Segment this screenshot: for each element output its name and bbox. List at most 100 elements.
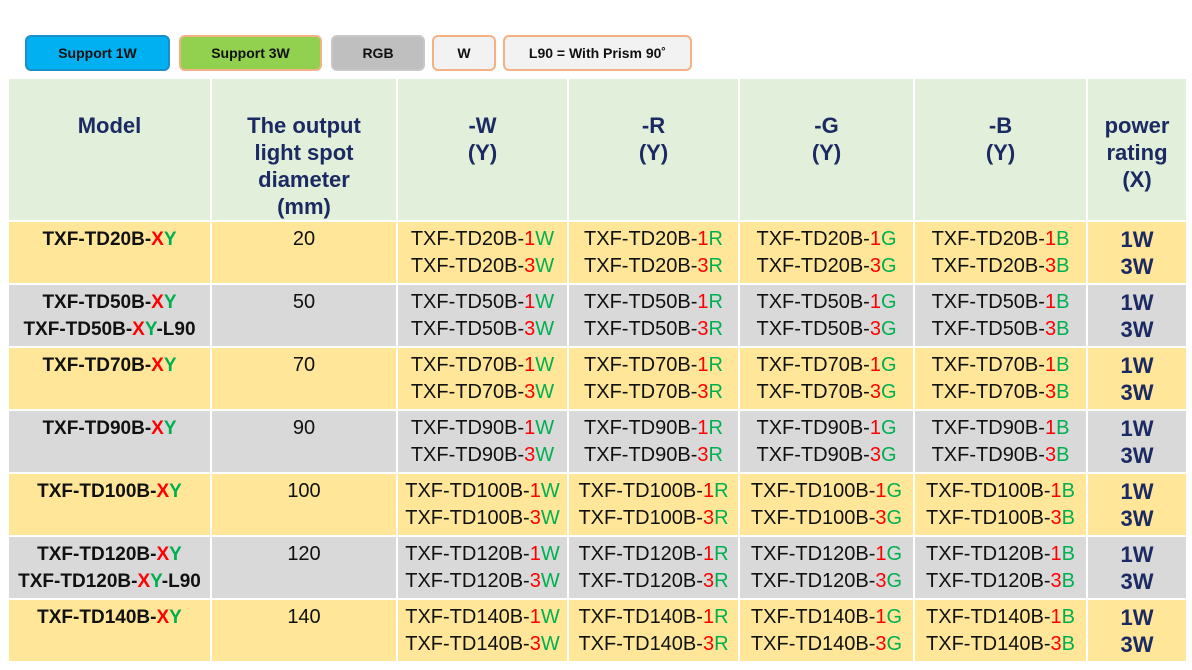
b-variant-cell: TXF-TD20B-1B TXF-TD20B-3B bbox=[913, 220, 1088, 285]
variant-power-digit: 1 bbox=[529, 480, 541, 502]
variant-power-digit: 3 bbox=[1050, 507, 1062, 529]
w-variant-cell: TXF-TD140B-1W TXF-TD140B-3W bbox=[396, 598, 569, 663]
power-value: 1W bbox=[1120, 353, 1154, 378]
variant-prefix: TXF-TD100B- bbox=[750, 480, 876, 502]
legend-label: RGB bbox=[362, 45, 394, 61]
variant-prefix: TXF-TD90B- bbox=[410, 417, 525, 439]
variant-power-digit: 1 bbox=[524, 417, 536, 439]
variant-prefix: TXF-TD50B- bbox=[756, 291, 870, 313]
model-prefix: TXF-TD20B- bbox=[42, 229, 152, 250]
variant-prefix: TXF-TD20B- bbox=[931, 228, 1045, 250]
variant-prefix: TXF-TD90B- bbox=[584, 444, 698, 466]
variant-power-digit: 3 bbox=[529, 570, 541, 592]
b-variant-cell: TXF-TD90B-1B TXF-TD90B-3B bbox=[913, 409, 1088, 474]
variant-code: TXF-TD120B-3R bbox=[569, 568, 738, 595]
variant-code: TXF-TD70B-1G bbox=[740, 352, 913, 379]
variant-code: TXF-TD140B-3G bbox=[740, 631, 913, 658]
model-name: TXF-TD20B-XY bbox=[9, 226, 210, 253]
variant-code: TXF-TD140B-3B bbox=[915, 631, 1086, 658]
variant-power-digit: 1 bbox=[529, 543, 541, 565]
variant-color-code: W bbox=[535, 228, 555, 250]
variant-power-digit: 3 bbox=[524, 255, 536, 277]
variant-prefix: TXF-TD50B- bbox=[931, 318, 1045, 340]
power-rating-cell: 1W 3W bbox=[1086, 472, 1188, 537]
variant-prefix: TXF-TD140B- bbox=[405, 606, 530, 628]
power-value: 1W bbox=[1120, 227, 1154, 252]
header-text-line: rating bbox=[1106, 140, 1168, 165]
variant-color-code: B bbox=[1061, 507, 1075, 529]
model-x-placeholder: X bbox=[137, 571, 151, 592]
variant-code: TXF-TD50B-3B bbox=[915, 316, 1086, 343]
model-y-placeholder: Y bbox=[150, 571, 162, 592]
model-x-placeholder: X bbox=[151, 229, 164, 250]
variant-power-digit: 3 bbox=[697, 318, 709, 340]
variant-prefix: TXF-TD140B- bbox=[578, 633, 703, 655]
variant-prefix: TXF-TD70B- bbox=[756, 354, 870, 376]
model-y-placeholder: Y bbox=[144, 319, 157, 340]
variant-color-code: B bbox=[1061, 606, 1075, 628]
variant-color-code: W bbox=[540, 507, 560, 529]
header-text-line: (Y) bbox=[467, 140, 498, 165]
variant-color-code: G bbox=[880, 444, 897, 466]
legend-label: L90 = With Prism 90˚ bbox=[528, 45, 667, 61]
variant-power-digit: 1 bbox=[697, 291, 709, 313]
variant-power-digit: 1 bbox=[702, 606, 715, 628]
model-y-placeholder: Y bbox=[163, 418, 177, 439]
model-x-placeholder: X bbox=[151, 292, 164, 313]
variant-prefix: TXF-TD120B- bbox=[405, 570, 530, 592]
variant-code: TXF-TD100B-3R bbox=[569, 505, 738, 532]
legend-support-1w: Support 1W bbox=[25, 35, 170, 71]
variant-prefix: TXF-TD140B- bbox=[926, 633, 1051, 655]
table-body: TXF-TD20B-XY 20 TXF-TD20B-1W TXF-TD20B-3W TX… bbox=[7, 220, 1188, 663]
variant-color-code: B bbox=[1056, 255, 1070, 277]
variant-code: TXF-TD50B-1G bbox=[740, 289, 913, 316]
model-y-placeholder: Y bbox=[169, 607, 182, 628]
header-r: -R (Y) bbox=[567, 77, 740, 222]
w-variant-cell: TXF-TD100B-1W TXF-TD100B-3W bbox=[396, 472, 569, 537]
power-rating-cell: 1W 3W bbox=[1086, 283, 1188, 348]
variant-prefix: TXF-TD70B- bbox=[931, 381, 1045, 403]
header-diameter: The output light spot diameter (mm) bbox=[210, 77, 398, 222]
legend-rgb: RGB bbox=[331, 35, 425, 71]
variant-code: TXF-TD140B-3R bbox=[569, 631, 738, 658]
variant-code: TXF-TD70B-1B bbox=[915, 352, 1086, 379]
model-y-placeholder: Y bbox=[163, 355, 177, 376]
variant-code: TXF-TD50B-1W bbox=[398, 289, 567, 316]
model-cell: TXF-TD90B-XY bbox=[7, 409, 212, 474]
power-rating-cell: 1W 3W bbox=[1086, 535, 1188, 600]
variant-code: TXF-TD70B-3W bbox=[398, 379, 567, 406]
variant-prefix: TXF-TD20B- bbox=[410, 228, 525, 250]
variant-power-digit: 1 bbox=[524, 354, 536, 376]
variant-power-digit: 3 bbox=[524, 444, 536, 466]
variant-color-code: G bbox=[886, 606, 903, 628]
variant-code: TXF-TD120B-1R bbox=[569, 541, 738, 568]
table-row: TXF-TD140B-XY 140 TXF-TD140B-1W TXF-TD140B-… bbox=[7, 598, 1188, 663]
model-prefix: TXF-TD120B- bbox=[18, 571, 138, 592]
header-text-line: (Y) bbox=[985, 140, 1016, 165]
diameter-cell: 100 bbox=[210, 472, 398, 537]
variant-color-code: B bbox=[1061, 570, 1075, 592]
legend-label: W bbox=[457, 45, 471, 61]
variant-prefix: TXF-TD70B- bbox=[584, 381, 698, 403]
variant-power-digit: 3 bbox=[875, 633, 887, 655]
variant-code: TXF-TD100B-1R bbox=[569, 478, 738, 505]
variant-color-code: G bbox=[880, 255, 897, 277]
variant-prefix: TXF-TD120B- bbox=[926, 543, 1051, 565]
variant-prefix: TXF-TD100B- bbox=[405, 480, 530, 502]
variant-color-code: W bbox=[535, 417, 555, 439]
power-rating-cell: 1W 3W bbox=[1086, 220, 1188, 285]
model-prefix: TXF-TD50B- bbox=[23, 319, 133, 340]
variant-power-digit: 1 bbox=[529, 606, 541, 628]
r-variant-cell: TXF-TD50B-1R TXF-TD50B-3R bbox=[567, 283, 740, 348]
variant-power-digit: 1 bbox=[1044, 354, 1057, 376]
variant-color-code: G bbox=[880, 228, 897, 250]
header-power-rating: power rating (X) bbox=[1086, 77, 1188, 222]
variant-power-digit: 1 bbox=[869, 354, 881, 376]
variant-color-code: R bbox=[714, 507, 729, 529]
variant-power-digit: 1 bbox=[1044, 417, 1057, 439]
power-value: 3W bbox=[1120, 569, 1154, 594]
variant-prefix: TXF-TD70B- bbox=[410, 354, 525, 376]
variant-power-digit: 3 bbox=[869, 444, 881, 466]
variant-prefix: TXF-TD90B- bbox=[584, 417, 698, 439]
variant-code: TXF-TD90B-3W bbox=[398, 442, 567, 469]
